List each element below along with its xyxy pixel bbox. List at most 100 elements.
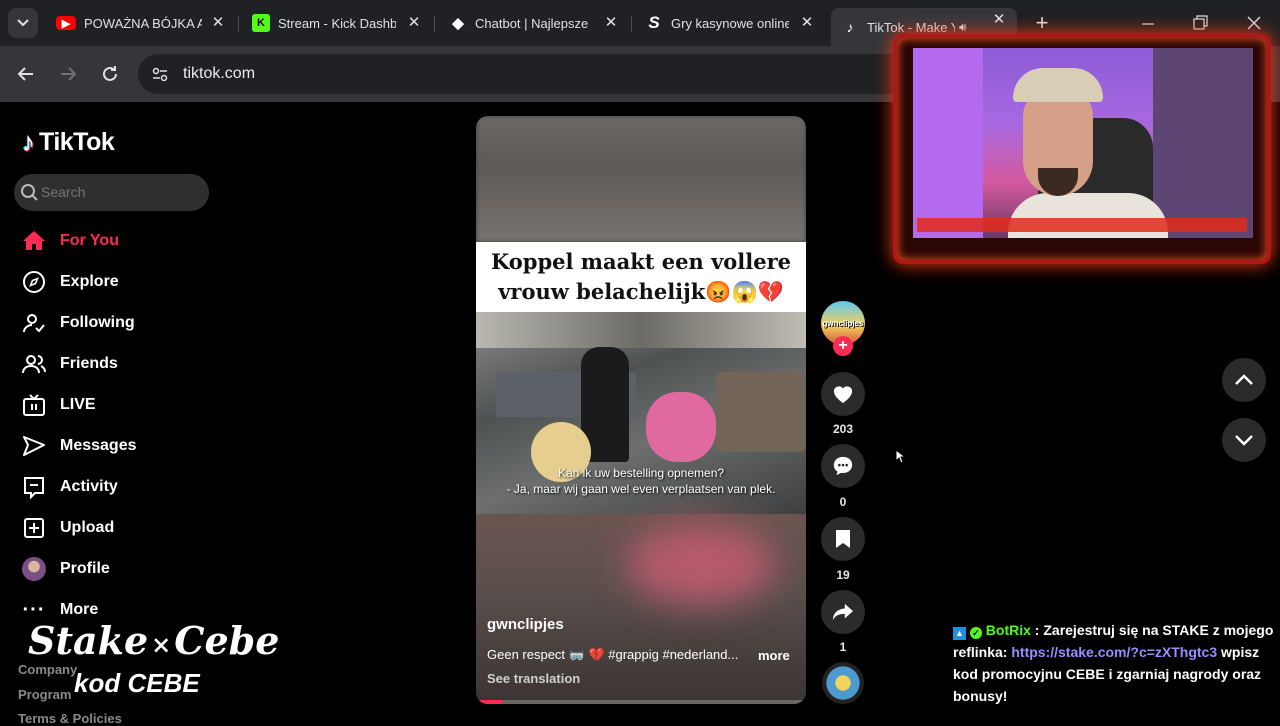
- avatar-label: gwnclipjes: [822, 318, 864, 328]
- url-text[interactable]: tiktok.com: [183, 65, 255, 83]
- tiktok-logo[interactable]: ♪ TikTok: [22, 126, 115, 158]
- tab-title: Gry kasynowe online: [671, 15, 789, 31]
- video-player[interactable]: Koppel maakt een vollere vrouw belacheli…: [476, 116, 806, 704]
- save-button[interactable]: [821, 517, 865, 561]
- see-translation-link[interactable]: See translation: [487, 671, 580, 686]
- chat-username[interactable]: BotRix: [986, 622, 1031, 638]
- tab-kick[interactable]: K Stream - Kick Dashb ✕: [252, 8, 428, 38]
- restore-icon: [1193, 15, 1208, 30]
- stake-brand: Stake: [28, 618, 149, 663]
- next-video-button[interactable]: [1222, 418, 1266, 462]
- back-button[interactable]: [14, 62, 38, 86]
- new-tab-button[interactable]: +: [1030, 12, 1054, 36]
- caption-line-2: vrouw belachelijk😡😱💔: [498, 279, 784, 304]
- close-icon[interactable]: ✕: [603, 15, 619, 31]
- bot-badge-icon: ▲: [953, 627, 966, 640]
- minimize-button[interactable]: [1138, 14, 1158, 34]
- messages-icon: [22, 434, 46, 458]
- caption-line-1: Koppel maakt een vollere: [490, 249, 792, 274]
- nav-messages[interactable]: Messages: [22, 432, 137, 460]
- close-icon[interactable]: ✕: [799, 15, 815, 31]
- mouse-cursor-icon: [895, 449, 905, 464]
- video-author[interactable]: gwnclipjes: [487, 616, 564, 633]
- video-top-blur: [476, 116, 806, 242]
- previous-video-button[interactable]: [1222, 358, 1266, 402]
- friends-icon: [22, 352, 46, 376]
- reload-button[interactable]: [98, 62, 122, 86]
- nav-label: More: [60, 601, 99, 618]
- speaker-icon[interactable]: 🔊︎: [959, 20, 967, 35]
- music-disc[interactable]: [822, 662, 864, 704]
- live-icon: [22, 393, 46, 417]
- tab-divider: [434, 16, 435, 32]
- tab-stake[interactable]: S Gry kasynowe online ✕: [645, 8, 821, 38]
- more-button[interactable]: more: [758, 648, 790, 663]
- tab-title: POWAŻNA BÓJKA A: [84, 15, 202, 31]
- chatbot-icon: ◆: [452, 15, 464, 32]
- tab-title: TikTok - Make Y: [867, 19, 955, 35]
- webcam-frame: [893, 34, 1271, 264]
- logo-text: TikTok: [39, 127, 115, 156]
- arrow-right-icon: [61, 67, 77, 81]
- streamer-name: Cebe: [174, 618, 280, 663]
- reload-icon: [103, 66, 117, 81]
- stake-icon: S: [648, 13, 660, 32]
- subtitle-line-1: Kan ik uw bestelling opnemen?: [557, 466, 725, 480]
- comment-count: 0: [839, 495, 847, 509]
- site-settings-icon[interactable]: [150, 64, 170, 84]
- close-icon[interactable]: ✕: [406, 15, 422, 31]
- chat-separator: :: [1034, 622, 1040, 638]
- progress-bar[interactable]: [476, 700, 806, 704]
- nav-upload[interactable]: Upload: [22, 514, 114, 542]
- tab-title: Stream - Kick Dashb: [278, 15, 396, 31]
- like-count: 203: [832, 422, 854, 436]
- arrow-left-icon: [17, 67, 33, 81]
- tiktok-icon: ♪: [22, 126, 35, 157]
- share-button[interactable]: [821, 590, 865, 634]
- comment-button[interactable]: [821, 444, 865, 488]
- youtube-icon: ▶: [56, 16, 76, 30]
- nav-label: Explore: [60, 273, 119, 290]
- tab-divider: [631, 16, 632, 32]
- nav-label: Profile: [60, 560, 110, 577]
- nav-label: Friends: [60, 355, 118, 372]
- tab-search-button[interactable]: [8, 8, 38, 38]
- chevron-up-icon: [1235, 374, 1253, 385]
- search-icon: [21, 184, 38, 201]
- tiktok-icon: ♪: [846, 19, 854, 35]
- forward-button[interactable]: [56, 62, 80, 86]
- chevron-down-icon: [1235, 435, 1253, 446]
- search-input[interactable]: [41, 182, 201, 202]
- share-icon: [833, 603, 853, 621]
- nav-for-you[interactable]: For You: [22, 227, 119, 255]
- upload-icon: [22, 516, 46, 540]
- video-frame: Kan ik uw bestelling opnemen? - Ja, maar…: [476, 312, 806, 514]
- close-icon[interactable]: ✕: [991, 12, 1007, 28]
- chat-link[interactable]: https://stake.com/?c=zXThgtc3: [1011, 644, 1217, 660]
- tab-chatbot[interactable]: ◆ Chatbot | Najlepsze ✕: [449, 8, 625, 38]
- nav-label: Upload: [60, 519, 115, 536]
- search-box[interactable]: [14, 174, 209, 211]
- nav-label: Messages: [60, 437, 137, 454]
- share-count: 1: [839, 640, 847, 654]
- minimize-icon: [1142, 23, 1154, 25]
- verified-badge-icon: ✓: [969, 627, 982, 639]
- caption-card: Koppel maakt een vollere vrouw belacheli…: [476, 242, 806, 312]
- close-window-button[interactable]: [1244, 13, 1264, 33]
- restore-button[interactable]: [1190, 13, 1210, 33]
- nav-live[interactable]: LIVE: [22, 391, 96, 419]
- footer-link-terms[interactable]: Terms & Policies: [18, 711, 122, 726]
- nav-explore[interactable]: Explore: [22, 268, 119, 296]
- webcam-feed: [913, 48, 1253, 238]
- nav-friends[interactable]: Friends: [22, 350, 118, 378]
- compass-icon: [22, 270, 46, 294]
- like-button[interactable]: [821, 372, 865, 416]
- nav-activity[interactable]: Activity: [22, 473, 118, 501]
- nav-following[interactable]: Following: [22, 309, 135, 337]
- nav-profile[interactable]: Profile: [22, 555, 110, 583]
- close-icon[interactable]: ✕: [210, 15, 226, 31]
- tab-youtube[interactable]: ▶ POWAŻNA BÓJKA A ✕: [56, 8, 232, 38]
- nav-label: LIVE: [60, 396, 96, 413]
- overlay-x: ×: [151, 630, 172, 659]
- follow-button[interactable]: +: [833, 336, 853, 356]
